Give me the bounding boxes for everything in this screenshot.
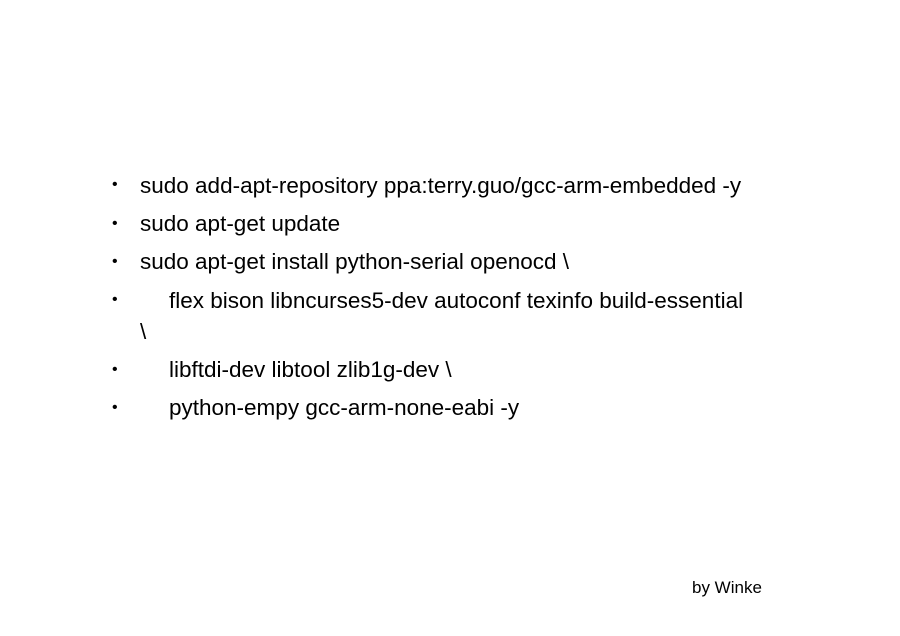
command-text: python-empy gcc-arm-none-eabi -y <box>169 395 520 420</box>
author-credit: by Winke <box>692 578 762 597</box>
list-item: • sudo apt-get update <box>108 209 748 239</box>
bullet-icon: • <box>112 215 118 232</box>
list-item: • python-empy gcc-arm-none-eabi -y <box>108 393 748 423</box>
bullet-icon: • <box>112 399 118 416</box>
bullet-icon: • <box>112 176 118 193</box>
list-item: • sudo apt-get install python-serial ope… <box>108 247 748 277</box>
list-item: • libftdi-dev libtool zlib1g-dev \ <box>108 355 748 385</box>
bullet-icon: • <box>112 291 118 308</box>
list-item: • flex bison libncurses5-dev autoconf te… <box>108 285 748 347</box>
command-text: flex bison libncurses5-dev autoconf texi… <box>140 288 744 344</box>
command-text: sudo add-apt-repository ppa:terry.guo/gc… <box>140 173 742 198</box>
bullet-icon: • <box>112 361 118 378</box>
list-item: • sudo add-apt-repository ppa:terry.guo/… <box>108 170 748 201</box>
command-text: sudo apt-get install python-serial openo… <box>140 249 570 274</box>
bullet-icon: • <box>112 253 118 270</box>
command-list: • sudo add-apt-repository ppa:terry.guo/… <box>108 170 748 431</box>
slide: • sudo add-apt-repository ppa:terry.guo/… <box>0 0 900 636</box>
command-text: libftdi-dev libtool zlib1g-dev \ <box>169 357 452 382</box>
command-text: sudo apt-get update <box>140 211 341 236</box>
